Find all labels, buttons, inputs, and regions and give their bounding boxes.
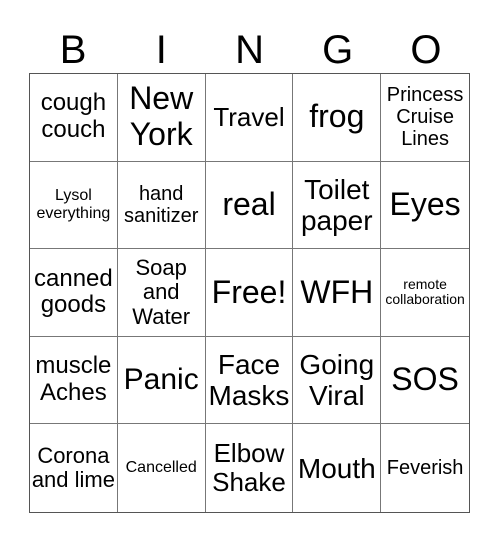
- bingo-cell[interactable]: Cancelled: [118, 424, 206, 512]
- bingo-grid: cough couch New York Travel frog Princes…: [29, 73, 470, 513]
- bingo-cell[interactable]: hand sanitizer: [117, 161, 206, 250]
- header-letter-b: B: [59, 28, 87, 72]
- bingo-cell[interactable]: frog: [293, 74, 382, 162]
- bingo-cell[interactable]: Toilet paper: [293, 161, 382, 250]
- bingo-cell[interactable]: cough couch: [30, 74, 118, 162]
- bingo-cell[interactable]: real: [205, 161, 294, 250]
- bingo-cell[interactable]: Soap and Water: [117, 249, 206, 337]
- bingo-cell[interactable]: Elbow Shake: [206, 424, 294, 512]
- bingo-cell[interactable]: Face Masks: [205, 336, 294, 425]
- bingo-header: B I N G O: [29, 28, 470, 73]
- bingo-cell[interactable]: muscle Aches: [30, 336, 118, 425]
- free-space[interactable]: Free!: [205, 249, 294, 337]
- bingo-cell[interactable]: Going Viral: [293, 336, 382, 425]
- bingo-cell[interactable]: Feverish: [381, 424, 469, 512]
- bingo-cell[interactable]: Mouth: [293, 424, 382, 512]
- bingo-cell[interactable]: remote collaboration: [381, 249, 469, 337]
- bingo-cell[interactable]: Corona and lime: [30, 424, 118, 512]
- bingo-cell[interactable]: canned goods: [30, 249, 118, 337]
- bingo-cell[interactable]: Panic: [117, 336, 206, 425]
- header-letter-i: I: [155, 28, 167, 72]
- header-letter-n: N: [235, 28, 264, 72]
- bingo-cell[interactable]: Lysol everything: [30, 161, 118, 250]
- bingo-cell[interactable]: SOS: [381, 337, 469, 425]
- header-letter-o: O: [410, 28, 442, 72]
- bingo-cell[interactable]: Eyes: [381, 162, 469, 250]
- header-letter-g: G: [322, 28, 354, 72]
- bingo-cell[interactable]: Travel: [205, 74, 294, 162]
- bingo-cell[interactable]: WFH: [293, 249, 382, 337]
- bingo-cell[interactable]: Princess Cruise Lines: [381, 74, 469, 162]
- bingo-cell[interactable]: New York: [117, 74, 206, 162]
